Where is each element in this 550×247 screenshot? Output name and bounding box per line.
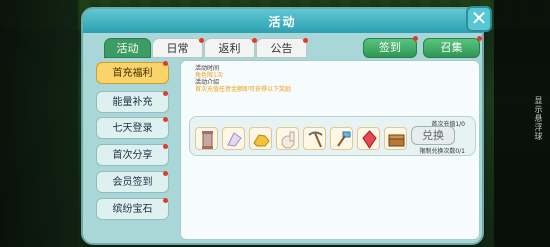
- checkin-button[interactable]: 签到: [363, 38, 417, 58]
- activity-content: 活动时间 角色限1次 活动介绍 首次充值任意金额即可获得以下奖励 首次充值1/0…: [180, 60, 480, 240]
- sidebar-item-first-recharge[interactable]: 首充福利: [96, 62, 169, 84]
- checkin-badge: [413, 36, 418, 41]
- exchange-panel: 首次充值1/0 兑换 限制兑换次数0/1: [395, 117, 465, 157]
- reward-row: 首次充值1/0 兑换 限制兑换次数0/1: [189, 116, 476, 156]
- floating-ball-hint[interactable]: 显示悬浮球: [533, 96, 544, 141]
- alpaca-icon[interactable]: [276, 127, 299, 150]
- activity-info: 活动时间 角色限1次 活动介绍 首次充值任意金额即可获得以下奖励: [195, 65, 291, 93]
- sidebar-item-energy[interactable]: 能量补充: [96, 91, 169, 113]
- activity-sidebar: 首充福利 能量补充 七天登录 首次分享 会员签到 缤纷宝石: [96, 60, 169, 240]
- sidebar-item-first-share[interactable]: 首次分享: [96, 144, 169, 166]
- sidebar-vip-checkin-badge: [163, 171, 168, 176]
- close-button[interactable]: ✕: [466, 6, 492, 32]
- exchange-limit: 限制兑换次数0/1: [419, 148, 465, 155]
- pillar-icon[interactable]: [195, 127, 218, 150]
- sidebar-gems-badge: [163, 198, 168, 203]
- sidebar-item-vip-checkin[interactable]: 会员签到: [96, 171, 169, 193]
- exchange-button[interactable]: 兑换: [411, 126, 455, 145]
- time-value: 角色限1次: [195, 72, 223, 79]
- summon-badge: [477, 36, 482, 41]
- tab-daily[interactable]: 日常: [152, 38, 203, 58]
- hammer-icon[interactable]: [330, 127, 353, 150]
- close-x-icon: ✕: [470, 6, 488, 30]
- reward-items: [195, 127, 407, 150]
- sidebar-energy-badge: [163, 91, 168, 96]
- crystal-feather-icon[interactable]: [222, 127, 245, 150]
- sidebar-item-gems[interactable]: 缤纷宝石: [96, 198, 169, 220]
- sidebar-first-recharge-badge: [163, 61, 168, 66]
- intro-label: 活动介绍: [195, 79, 220, 86]
- gold-nugget-icon[interactable]: [249, 127, 272, 150]
- red-gem-icon[interactable]: [357, 127, 380, 150]
- tab-activity[interactable]: 活动: [104, 38, 151, 58]
- sidebar-first-share-badge: [163, 144, 168, 149]
- dialog-title: 活动: [268, 15, 297, 29]
- summon-button[interactable]: 召集: [423, 38, 480, 58]
- tab-rebate[interactable]: 返利: [204, 38, 255, 58]
- sidebar-seven-days-badge: [163, 117, 168, 122]
- intro-value: 首次充值任意金额即可获得以下奖励: [195, 86, 292, 93]
- pickaxe-icon[interactable]: [303, 127, 326, 150]
- sidebar-item-seven-days[interactable]: 七天登录: [96, 117, 169, 139]
- time-label: 活动时间: [195, 65, 220, 72]
- tab-notice[interactable]: 公告: [256, 38, 307, 58]
- tab-notice-badge: [303, 38, 308, 43]
